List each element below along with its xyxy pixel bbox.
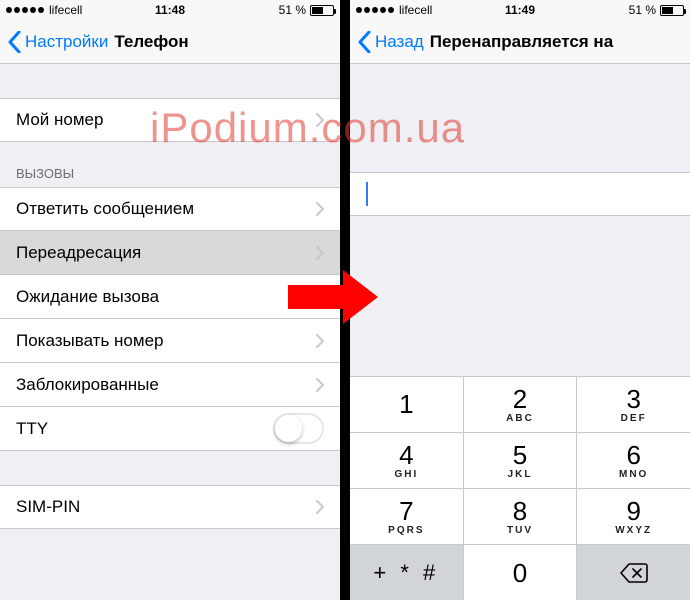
key-4[interactable]: 4GHI <box>350 432 464 488</box>
row-reply-with-message[interactable]: Ответить сообщением <box>0 187 340 231</box>
row-sim-pin[interactable]: SIM-PIN <box>0 485 340 529</box>
key-5[interactable]: 5JKL <box>464 432 578 488</box>
back-button[interactable]: Назад <box>358 31 424 53</box>
chevron-left-icon <box>358 31 371 53</box>
chevron-right-icon <box>316 113 324 127</box>
chevron-right-icon <box>316 246 324 260</box>
nav-title: Перенаправляется на <box>430 32 613 52</box>
forward-number-input[interactable] <box>350 172 690 216</box>
key-6[interactable]: 6MNO <box>577 432 690 488</box>
carrier-label: lifecell <box>49 3 82 17</box>
section-header-calls: ВЫЗОВЫ <box>0 160 340 187</box>
chevron-left-icon <box>8 31 21 53</box>
numeric-keypad: 1 2ABC 3DEF 4GHI 5JKL 6MNO 7PQRS 8TUV 9W… <box>350 376 690 600</box>
battery-icon <box>310 5 334 16</box>
nav-title: Телефон <box>114 32 188 52</box>
status-bar: lifecell 11:48 51 % <box>0 0 340 20</box>
nav-bar: Настройки Телефон <box>0 20 340 64</box>
row-show-caller-id[interactable]: Показывать номер <box>0 319 340 363</box>
row-label: Переадресация <box>16 243 141 263</box>
key-9[interactable]: 9WXYZ <box>577 488 690 544</box>
chevron-right-icon <box>316 334 324 348</box>
row-tty[interactable]: TTY <box>0 407 340 451</box>
carrier-label: lifecell <box>399 3 432 17</box>
chevron-right-icon <box>316 290 324 304</box>
text-cursor <box>366 182 368 206</box>
chevron-right-icon <box>316 500 324 514</box>
back-label: Назад <box>375 32 424 52</box>
row-blocked[interactable]: Заблокированные <box>0 363 340 407</box>
row-call-waiting[interactable]: Ожидание вызова <box>0 275 340 319</box>
key-symbols[interactable]: + * # <box>350 544 464 600</box>
screen-settings-phone: lifecell 11:48 51 % Настройки Телефон Мо… <box>0 0 340 600</box>
back-button[interactable]: Настройки <box>8 31 108 53</box>
key-1[interactable]: 1 <box>350 376 464 432</box>
row-label: Мой номер <box>16 110 103 130</box>
battery-percent: 51 % <box>629 3 656 17</box>
tty-toggle[interactable] <box>273 413 324 444</box>
screen-forward-to: lifecell 11:49 51 % Назад Перенаправляет… <box>350 0 690 600</box>
row-label: Ответить сообщением <box>16 199 194 219</box>
key-7[interactable]: 7PQRS <box>350 488 464 544</box>
status-time: 11:49 <box>505 3 535 17</box>
backspace-icon <box>620 563 648 583</box>
row-label: Заблокированные <box>16 375 159 395</box>
key-2[interactable]: 2ABC <box>464 376 578 432</box>
chevron-right-icon <box>316 378 324 392</box>
row-my-number[interactable]: Мой номер <box>0 98 340 142</box>
back-label: Настройки <box>25 32 108 52</box>
row-call-forwarding[interactable]: Переадресация <box>0 231 340 275</box>
row-label: TTY <box>16 419 48 439</box>
chevron-right-icon <box>316 202 324 216</box>
row-label: SIM-PIN <box>16 497 80 517</box>
battery-percent: 51 % <box>279 3 306 17</box>
signal-icon <box>6 7 44 13</box>
status-time: 11:48 <box>155 3 185 17</box>
row-label: Ожидание вызова <box>16 287 159 307</box>
key-backspace[interactable] <box>577 544 690 600</box>
battery-icon <box>660 5 684 16</box>
key-8[interactable]: 8TUV <box>464 488 578 544</box>
row-label: Показывать номер <box>16 331 164 351</box>
key-3[interactable]: 3DEF <box>577 376 690 432</box>
key-0[interactable]: 0 <box>464 544 578 600</box>
status-bar: lifecell 11:49 51 % <box>350 0 690 20</box>
signal-icon <box>356 7 394 13</box>
nav-bar: Назад Перенаправляется на <box>350 20 690 64</box>
